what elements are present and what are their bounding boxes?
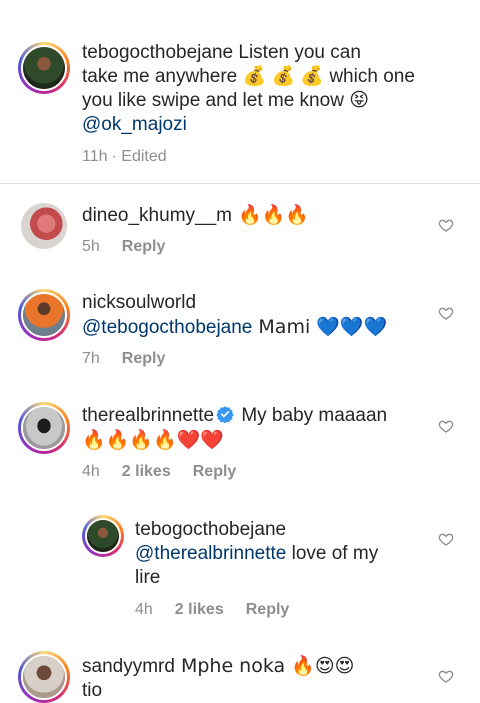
- comment-meta: 7h Reply: [82, 350, 187, 368]
- comment-meta: 5h Reply: [82, 238, 187, 256]
- caption-edited: · Edited: [111, 148, 167, 165]
- comment-time: 7h: [82, 350, 100, 367]
- likes-count[interactable]: 2 likes: [122, 463, 171, 481]
- avatar[interactable]: [18, 289, 70, 341]
- comment-meta: 4h 2 likes Reply: [82, 463, 258, 481]
- heart-outline-icon[interactable]: [438, 668, 454, 684]
- verified-badge-icon: [216, 406, 234, 423]
- reply-button[interactable]: Reply: [122, 238, 166, 256]
- comment-username[interactable]: sandyymrd: [82, 656, 175, 677]
- comment-username[interactable]: nicksoulworld: [82, 292, 196, 313]
- comment-meta: 4h 2 likes Reply: [135, 601, 311, 619]
- reply-button[interactable]: Reply: [122, 350, 166, 368]
- comment-text: dineo_khumy__m 🔥🔥🔥: [82, 204, 309, 226]
- comment-time: 5h: [82, 238, 100, 255]
- comment-text: sandyymrd Mphe noka 🔥😍😍 tio: [82, 655, 355, 701]
- avatar[interactable]: [82, 515, 124, 557]
- caption-mention[interactable]: @ok_majozi: [82, 114, 187, 135]
- caption-meta: 11h · Edited: [82, 148, 189, 166]
- caption-username[interactable]: tebogocthobejane: [82, 42, 233, 63]
- comment-time: 4h: [135, 601, 153, 618]
- heart-outline-icon[interactable]: [438, 305, 454, 321]
- comment-text: therealbrinnette My baby maaaan 🔥🔥🔥🔥❤️❤️: [82, 405, 388, 451]
- avatar[interactable]: [18, 651, 70, 703]
- avatar[interactable]: [21, 203, 67, 249]
- likes-count[interactable]: 2 likes: [175, 601, 224, 619]
- divider: [0, 183, 480, 184]
- comment-text: tebogocthobejane @therealbrinnette love …: [135, 519, 379, 588]
- heart-outline-icon[interactable]: [438, 531, 454, 547]
- comment-time: 4h: [82, 463, 100, 480]
- heart-outline-icon[interactable]: [438, 217, 454, 233]
- avatar[interactable]: [18, 402, 70, 454]
- heart-outline-icon[interactable]: [438, 418, 454, 434]
- comment-text: nicksoulworld @tebogocthobejane Mami 💙💙💙: [82, 292, 388, 338]
- comment-username[interactable]: therealbrinnette: [82, 405, 214, 426]
- reply-button[interactable]: Reply: [193, 463, 237, 481]
- caption-time: 11h: [82, 148, 108, 165]
- comment-username[interactable]: dineo_khumy__m: [82, 205, 232, 226]
- reply-button[interactable]: Reply: [246, 601, 290, 619]
- avatar[interactable]: [18, 42, 70, 94]
- comment-mention[interactable]: @tebogocthobejane: [82, 317, 252, 338]
- comment-username[interactable]: tebogocthobejane: [135, 519, 286, 540]
- comment-mention[interactable]: @therealbrinnette: [135, 543, 286, 564]
- caption-text: tebogocthobejane Listen you can take me …: [82, 42, 415, 135]
